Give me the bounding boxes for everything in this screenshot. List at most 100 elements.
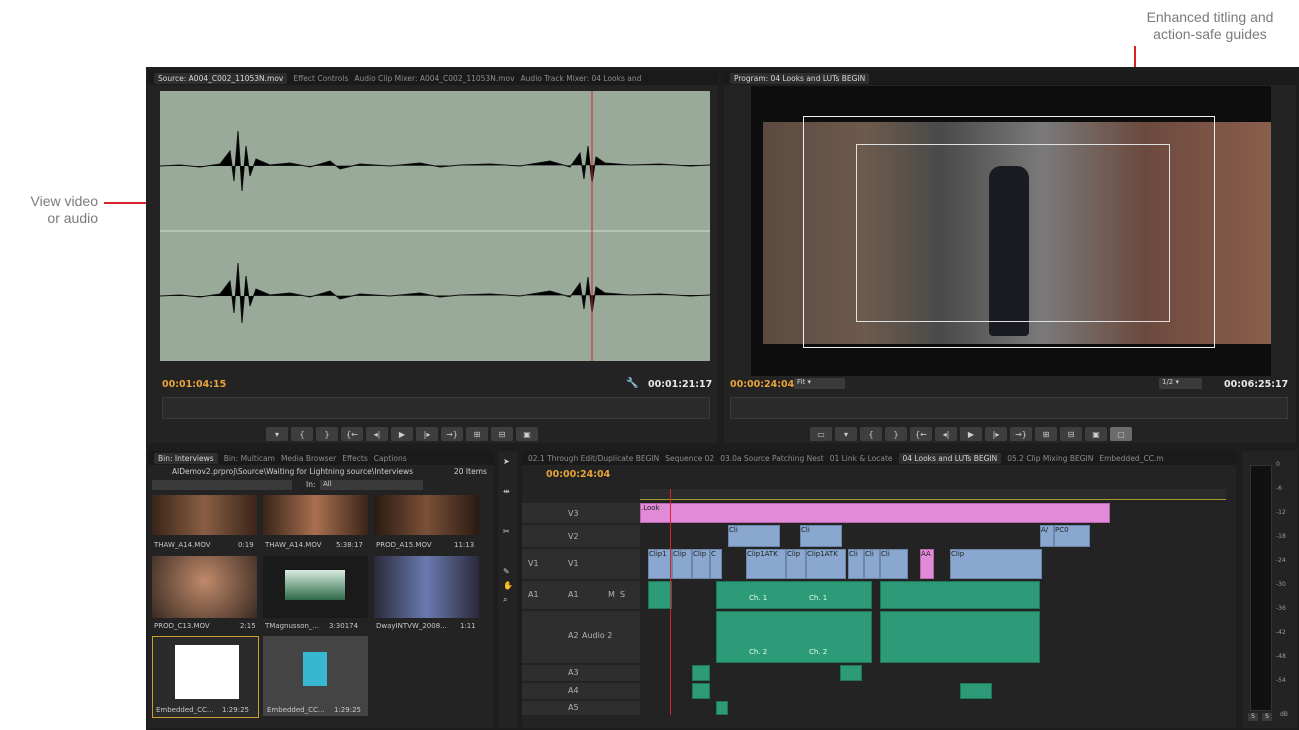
clip-v2-1[interactable]: Cli — [728, 525, 780, 547]
hand-tool-icon[interactable]: ✋ — [503, 581, 513, 590]
marker-button[interactable]: ▾ — [266, 427, 288, 441]
clip-a2-1[interactable]: Ch. 2 Ch. 2 — [716, 611, 872, 663]
thumb-prod-a15[interactable] — [374, 495, 479, 535]
pen-tool-icon[interactable]: ✎ — [503, 567, 510, 576]
playhead[interactable] — [670, 489, 671, 715]
p-export-frame-button[interactable]: ▣ — [1085, 427, 1107, 441]
thumb-embedded-cc-2[interactable] — [263, 636, 368, 716]
p-step-back-button[interactable]: ◂| — [935, 427, 957, 441]
clip-a3-1[interactable] — [692, 665, 710, 681]
thumb-tmagnusson[interactable] — [263, 556, 368, 618]
track-v1: Clip1 Clip Clip C Clip1ATK Clip Clip1ATK… — [640, 549, 1210, 579]
clip-v1-3[interactable]: Clip — [692, 549, 710, 579]
tab-seq-7[interactable]: Embedded_CC.m — [1099, 454, 1163, 463]
tab-captions[interactable]: Captions — [374, 454, 407, 463]
tab-seq-4[interactable]: 01 Link & Locate — [830, 454, 893, 463]
clip-v1-11[interactable]: AA — [920, 549, 934, 579]
clip-a5-1[interactable] — [716, 701, 728, 715]
clip-a4-1[interactable] — [692, 683, 710, 699]
lbl-a1-m[interactable]: M — [608, 590, 615, 599]
play-button[interactable]: ▶ — [391, 427, 413, 441]
overwrite-button[interactable]: ⊟ — [491, 427, 513, 441]
lbl-a1-s[interactable]: S — [620, 590, 625, 599]
thumb-thaw-a14-1[interactable] — [152, 495, 257, 535]
zoom-tool-icon[interactable]: ⌕ — [503, 595, 507, 605]
program-scrubber[interactable] — [730, 397, 1288, 419]
razor-tool-icon[interactable]: ✂ — [503, 527, 510, 536]
clip-a3-2[interactable] — [840, 665, 862, 681]
p-mark-in-button[interactable]: { — [860, 427, 882, 441]
in-dropdown[interactable]: All — [320, 480, 423, 490]
clip-v1-5[interactable]: Clip1ATK — [746, 549, 786, 579]
clip-v1-6[interactable]: Clip — [786, 549, 806, 579]
extract-button[interactable]: ⊟ — [1060, 427, 1082, 441]
tab-audio-track-mixer[interactable]: Audio Track Mixer: 04 Looks and — [521, 74, 642, 83]
mark-in-button[interactable]: { — [291, 427, 313, 441]
solo-left-button[interactable]: S — [1248, 713, 1258, 721]
clip-a1-2[interactable]: Ch. 1 Ch. 1 — [716, 581, 872, 609]
tab-bin-interviews[interactable]: Bin: Interviews — [154, 452, 218, 464]
clip-a1-1[interactable] — [648, 581, 672, 609]
step-back-button[interactable]: ◂| — [366, 427, 388, 441]
tab-audio-clip-mixer[interactable]: Audio Clip Mixer: A004_C002_11053N.mov — [354, 74, 514, 83]
tab-seq-3[interactable]: 03.0a Source Patching Nest — [720, 454, 823, 463]
p-go-out-button[interactable]: →} — [1010, 427, 1032, 441]
thumb-dwayintvw[interactable] — [374, 556, 479, 618]
resolution-dropdown[interactable]: 1/2 ▾ — [1159, 378, 1202, 389]
clip-a4-2[interactable] — [960, 683, 992, 699]
clip-v1-4[interactable]: C — [710, 549, 722, 579]
clip-v1-1[interactable]: Clip1 — [648, 549, 672, 579]
clip-v1-7[interactable]: Clip1ATK — [806, 549, 846, 579]
tab-program[interactable]: Program: 04 Looks and LUTs BEGIN — [730, 72, 870, 84]
tab-media-browser[interactable]: Media Browser — [281, 454, 336, 463]
p-mark-out-button[interactable]: } — [885, 427, 907, 441]
go-to-out-button[interactable]: →} — [441, 427, 463, 441]
clip-look[interactable]: .Look — [640, 503, 1110, 523]
insert-button[interactable]: ⊞ — [466, 427, 488, 441]
selection-tool-icon[interactable]: ➤ — [503, 457, 510, 466]
clip-v1-8[interactable]: Cli — [848, 549, 864, 579]
tab-seq-6[interactable]: 05.2 Clip Mixing BEGIN — [1007, 454, 1093, 463]
mark-out-button[interactable]: } — [316, 427, 338, 441]
clip-v2-2[interactable]: Cli — [800, 525, 842, 547]
p-play-button[interactable]: ▶ — [960, 427, 982, 441]
clip-v1-12[interactable]: Clip — [950, 549, 1042, 579]
bin-search-input[interactable] — [152, 480, 292, 490]
program-video[interactable] — [751, 86, 1271, 376]
premiere-window: Source: A004_C002_11053N.mov Effect Cont… — [146, 67, 1299, 730]
tab-source[interactable]: Source: A004_C002_11053N.mov — [154, 72, 288, 84]
tools-panel: ➤ ⇹ ✂ ✎ ✋ ⌕ — [498, 451, 518, 728]
clip-v2-4[interactable]: PC0 — [1054, 525, 1090, 547]
tab-seq-5[interactable]: 04 Looks and LUTs BEGIN — [898, 452, 1002, 464]
go-to-in-button[interactable]: {← — [341, 427, 363, 441]
tab-seq-1[interactable]: 02.1 Through Edit/Duplicate BEGIN — [528, 454, 659, 463]
clip-a2-2[interactable] — [880, 611, 1040, 663]
p-go-in-button[interactable]: {← — [910, 427, 932, 441]
comparison-button[interactable]: ▢ — [1110, 427, 1132, 441]
tab-seq-2[interactable]: Sequence 02 — [665, 454, 714, 463]
waveform-view[interactable] — [160, 91, 710, 361]
export-frame-button[interactable]: ▣ — [516, 427, 538, 441]
ripple-tool-icon[interactable]: ⇹ — [503, 487, 510, 496]
thumb-prod-c13[interactable] — [152, 556, 257, 618]
tab-effect-controls[interactable]: Effect Controls — [293, 74, 348, 83]
wrench-icon[interactable]: 🔧 — [626, 378, 638, 389]
clip-v1-2[interactable]: Clip — [672, 549, 692, 579]
tab-effects[interactable]: Effects — [342, 454, 368, 463]
solo-right-button[interactable]: S — [1262, 713, 1272, 721]
step-forward-button[interactable]: |▸ — [416, 427, 438, 441]
clip-a1-3[interactable] — [880, 581, 1040, 609]
tab-bin-multicam[interactable]: Bin: Multicam — [224, 454, 275, 463]
source-scrubber[interactable] — [162, 397, 710, 419]
safe-margins-button[interactable]: ▭ — [810, 427, 832, 441]
p-marker-button[interactable]: ▾ — [835, 427, 857, 441]
p-step-fwd-button[interactable]: |▸ — [985, 427, 1007, 441]
thumb-thaw-a14-2[interactable] — [263, 495, 368, 535]
clip-v2-3[interactable]: A/ — [1040, 525, 1054, 547]
ruler[interactable] — [640, 489, 1226, 500]
lift-button[interactable]: ⊞ — [1035, 427, 1057, 441]
clip-v1-9[interactable]: Cli — [864, 549, 880, 579]
fit-dropdown[interactable]: Fit ▾ — [794, 378, 845, 389]
bin-path: AlDemov2.prproj\Source\Waiting for Light… — [172, 467, 414, 476]
clip-v1-10[interactable]: Cli — [880, 549, 908, 579]
